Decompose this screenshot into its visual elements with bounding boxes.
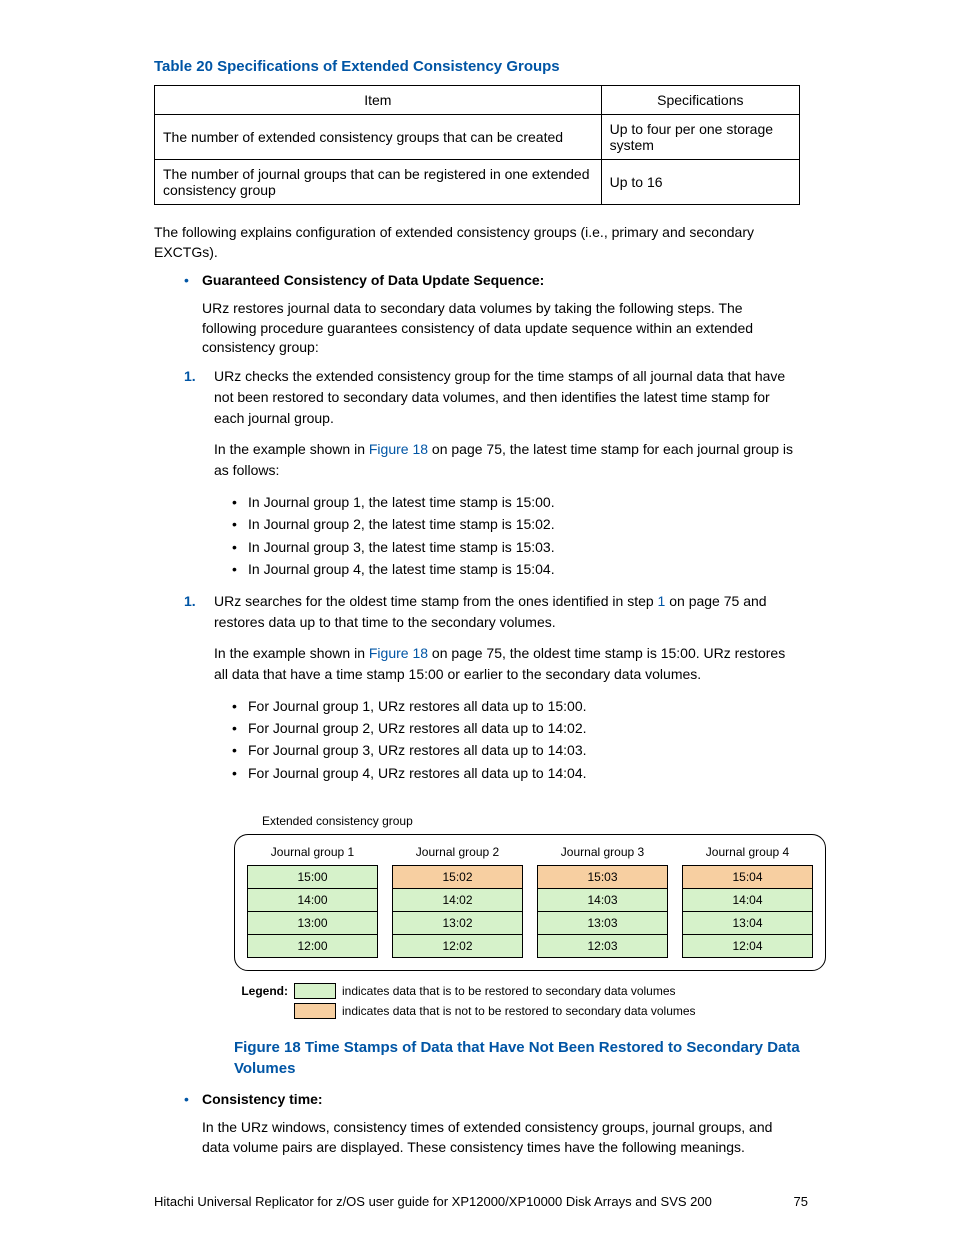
figure-18: Extended consistency group Journal group…: [234, 814, 800, 1019]
jg-cell: 13:00: [248, 912, 377, 935]
step-text: URz checks the extended consistency grou…: [214, 366, 800, 429]
legend-label: Legend:: [234, 984, 288, 998]
jg-title: Journal group 3: [537, 845, 668, 859]
journal-group: Journal group 2 15:02 14:02 13:02 12:02: [392, 845, 523, 958]
table-row: The number of journal groups that can be…: [155, 160, 800, 205]
list-item: For Journal group 4, URz restores all da…: [232, 762, 800, 784]
jg-cell: 13:03: [538, 912, 667, 935]
legend-swatch-green: [294, 983, 336, 999]
bullet-title: Consistency time:: [202, 1091, 323, 1107]
page-number: 75: [794, 1194, 808, 1209]
jg-cell: 12:03: [538, 935, 667, 957]
legend-text: indicates data that is to be restored to…: [342, 984, 676, 998]
legend-text: indicates data that is not to be restore…: [342, 1004, 696, 1018]
cell: The number of extended consistency group…: [155, 115, 602, 160]
figure-link[interactable]: Figure 18: [369, 645, 428, 661]
jg-cell: 12:00: [248, 935, 377, 957]
footer-title: Hitachi Universal Replicator for z/OS us…: [154, 1194, 712, 1209]
jg-title: Journal group 4: [682, 845, 813, 859]
jg-title: Journal group 2: [392, 845, 523, 859]
jg-cell: 15:02: [393, 866, 522, 889]
bullet-consistency-time: Consistency time:: [184, 1089, 800, 1110]
th-spec: Specifications: [601, 86, 799, 115]
jg-title: Journal group 1: [247, 845, 378, 859]
journal-group: Journal group 1 15:00 14:00 13:00 12:00: [247, 845, 378, 958]
jg-cell: 12:02: [393, 935, 522, 957]
step-2: 1. URz searches for the oldest time stam…: [184, 591, 800, 685]
figure-link[interactable]: Figure 18: [369, 441, 428, 457]
ecg-label: Extended consistency group: [262, 814, 800, 828]
step-text: URz searches for the oldest time stamp f…: [214, 591, 800, 633]
journal-group: Journal group 4 15:04 14:04 13:04 12:04: [682, 845, 813, 958]
jg-cell: 12:04: [683, 935, 812, 957]
journal-group: Journal group 3 15:03 14:03 13:03 12:03: [537, 845, 668, 958]
jg-cell: 15:00: [248, 866, 377, 889]
list-item: In Journal group 1, the latest time stam…: [232, 491, 800, 513]
bullet-guaranteed: Guaranteed Consistency of Data Update Se…: [184, 270, 800, 291]
list-item: For Journal group 2, URz restores all da…: [232, 717, 800, 739]
table-row: The number of extended consistency group…: [155, 115, 800, 160]
cell: Up to 16: [601, 160, 799, 205]
step-example: In the example shown in Figure 18 on pag…: [214, 439, 800, 481]
page-footer: Hitachi Universal Replicator for z/OS us…: [154, 1194, 808, 1209]
list-item: For Journal group 3, URz restores all da…: [232, 739, 800, 761]
step-1: 1. URz checks the extended consistency g…: [184, 366, 800, 481]
jg-cell: 14:03: [538, 889, 667, 912]
jg-cell: 14:00: [248, 889, 377, 912]
ecg-box: Journal group 1 15:00 14:00 13:00 12:00 …: [234, 834, 826, 971]
jg-cell: 14:04: [683, 889, 812, 912]
bullet-body: URz restores journal data to secondary d…: [154, 299, 800, 358]
jg-cell: 15:04: [683, 866, 812, 889]
list-item: In Journal group 2, the latest time stam…: [232, 513, 800, 535]
intro-paragraph: The following explains configuration of …: [154, 223, 800, 262]
cell: The number of journal groups that can be…: [155, 160, 602, 205]
list-item: In Journal group 3, the latest time stam…: [232, 536, 800, 558]
jg-cell: 15:03: [538, 866, 667, 889]
jg-cell: 14:02: [393, 889, 522, 912]
cell: Up to four per one storage system: [601, 115, 799, 160]
spec-table: Item Specifications The number of extend…: [154, 85, 800, 205]
step-number: 1.: [184, 591, 196, 612]
bullet-title: Guaranteed Consistency of Data Update Se…: [202, 272, 544, 288]
step-example: In the example shown in Figure 18 on pag…: [214, 643, 800, 685]
th-item: Item: [155, 86, 602, 115]
jg-cell: 13:02: [393, 912, 522, 935]
legend: Legend: indicates data that is to be res…: [234, 983, 800, 1019]
table-caption: Table 20 Specifications of Extended Cons…: [154, 58, 800, 75]
legend-swatch-orange: [294, 1003, 336, 1019]
bullet-body: In the URz windows, consistency times of…: [154, 1118, 800, 1157]
figure-caption: Figure 18 Time Stamps of Data that Have …: [234, 1037, 800, 1079]
step-number: 1.: [184, 366, 196, 387]
jg-cell: 13:04: [683, 912, 812, 935]
list-item: For Journal group 1, URz restores all da…: [232, 695, 800, 717]
list-item: In Journal group 4, the latest time stam…: [232, 558, 800, 580]
